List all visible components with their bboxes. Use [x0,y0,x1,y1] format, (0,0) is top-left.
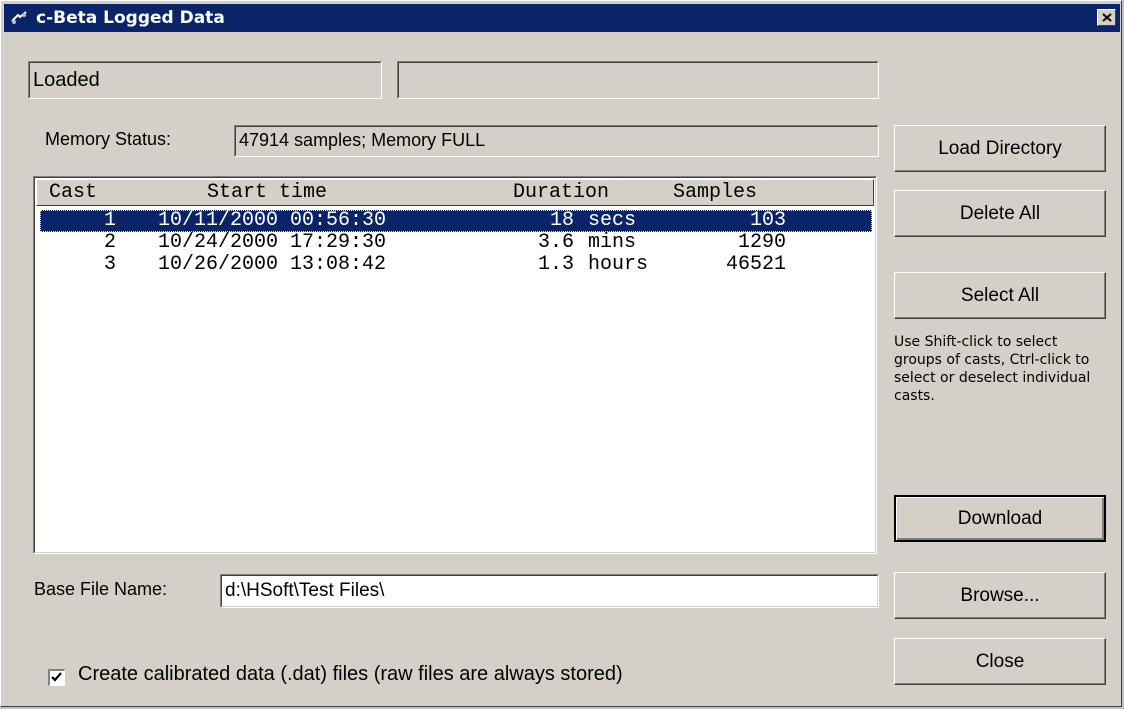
cast-number: 2 [104,231,117,254]
close-window-button[interactable] [1097,9,1116,26]
download-button[interactable]: Download [894,495,1106,542]
calibrated-data-checkbox[interactable] [48,669,65,686]
delete-all-button[interactable]: Delete All [894,190,1106,237]
app-icon [11,11,27,24]
cast-duration-unit: mins [588,231,637,254]
status-primary-text: Loaded [33,69,100,91]
base-file-name-value: d:\HSoft\Test Files\ [225,580,385,601]
column-header-start-time[interactable]: Start time [207,182,327,204]
cast-number: 1 [104,209,117,232]
cast-duration-unit: secs [588,209,637,232]
status-secondary-box [397,61,879,99]
status-primary-box: Loaded [28,61,382,99]
base-file-name-input[interactable]: d:\HSoft\Test Files\ [220,574,879,608]
browse-button[interactable]: Browse... [894,572,1106,619]
cast-number: 3 [104,253,117,276]
cast-samples: 1290 [737,231,786,254]
cast-row[interactable]: 3 10/26/2000 13:08:42 1.3 hours 46521 [40,254,872,276]
cast-duration-unit: hours [588,253,649,276]
casts-list[interactable]: Cast Start time Duration Samples 1 10/11… [33,176,877,554]
calibrated-data-label[interactable]: Create calibrated data (.dat) files (raw… [78,663,623,686]
cast-samples: 46521 [725,253,786,276]
column-header-samples[interactable]: Samples [673,182,757,204]
select-all-button[interactable]: Select All [894,272,1106,319]
cast-row[interactable]: 2 10/24/2000 17:29:30 3.6 mins 1290 [40,232,872,254]
load-directory-button[interactable]: Load Directory [894,125,1106,172]
checkmark-icon [51,672,62,682]
column-header-duration[interactable]: Duration [513,182,609,204]
column-header-cast[interactable]: Cast [49,182,97,204]
close-icon [1101,13,1112,22]
window-title: c-Beta Logged Data [36,8,225,28]
close-button[interactable]: Close [894,638,1106,685]
cast-start-time: 10/11/2000 00:56:30 [158,209,387,232]
dialog-window: c-Beta Logged Data Loaded Memory Status:… [0,0,1122,707]
selection-help-text: Use Shift-click to select groups of cast… [894,334,1091,404]
casts-list-header: Cast Start time Duration Samples [36,179,874,206]
base-file-name-label: Base File Name: [34,579,168,599]
memory-status-box: 47914 samples; Memory FULL [234,125,879,157]
cast-samples: 103 [749,209,786,232]
cast-start-time: 10/26/2000 13:08:42 [158,253,387,276]
cast-duration: 3.6 [537,231,574,254]
title-bar[interactable]: c-Beta Logged Data [4,4,1120,32]
cast-row[interactable]: 1 10/11/2000 00:56:30 18 secs 103 [40,210,872,232]
cast-duration: 1.3 [537,253,574,276]
cast-duration: 18 [549,209,574,232]
memory-status-value: 47914 samples; Memory FULL [239,130,486,150]
cast-start-time: 10/24/2000 17:29:30 [158,231,387,254]
memory-status-label: Memory Status: [45,129,172,149]
